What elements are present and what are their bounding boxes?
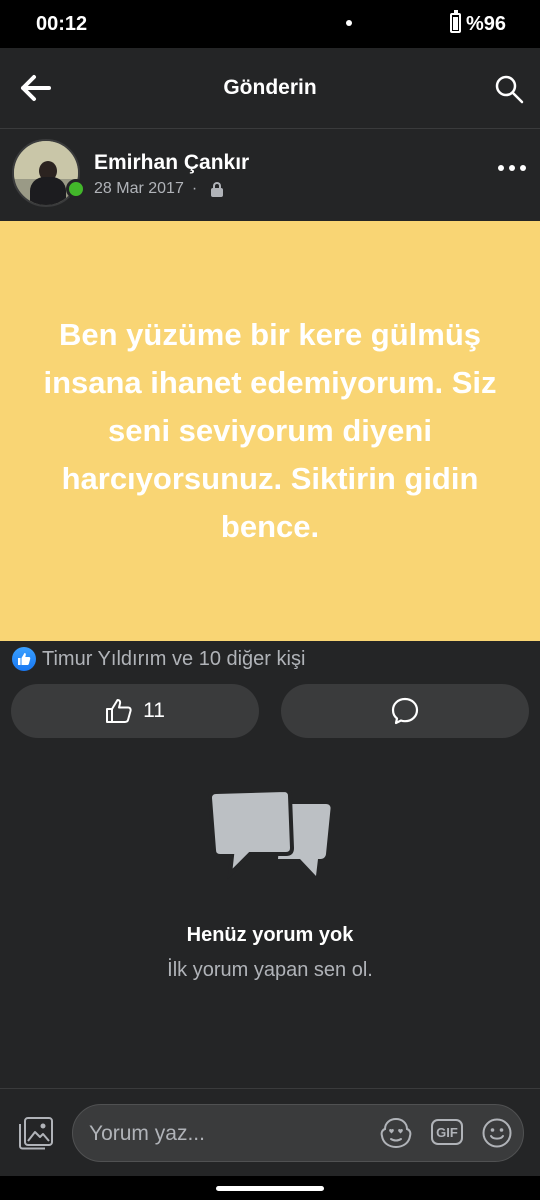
empty-title: Henüz yorum yok bbox=[186, 924, 354, 946]
comment-composer: GIF bbox=[0, 1088, 540, 1177]
comment-button[interactable] bbox=[281, 684, 529, 738]
like-count: 11 bbox=[143, 699, 165, 722]
comment-icon bbox=[391, 697, 419, 725]
thumbs-up-icon bbox=[106, 699, 132, 723]
post-text: Ben yüzüme bir kere gülmüş insana ihanet… bbox=[43, 317, 497, 544]
post-body: Ben yüzüme bir kere gülmüş insana ihanet… bbox=[0, 221, 540, 641]
emoji-icon[interactable] bbox=[481, 1117, 513, 1149]
battery-icon bbox=[450, 10, 461, 33]
system-nav-bar bbox=[0, 1176, 540, 1200]
sticker-icon[interactable] bbox=[379, 1117, 413, 1149]
empty-subtitle: İlk yorum yapan sen ol. bbox=[167, 959, 373, 981]
post-header: Emirhan Çankır 28 Mar 2017 · bbox=[0, 129, 540, 221]
status-bar: 00:12 %96 bbox=[0, 0, 540, 48]
comment-input[interactable] bbox=[87, 1105, 371, 1163]
post-date[interactable]: 28 Mar 2017 bbox=[94, 180, 184, 198]
comment-input-field[interactable]: GIF bbox=[72, 1104, 524, 1163]
online-status-icon bbox=[66, 179, 86, 199]
page-title: Gönderin bbox=[223, 76, 317, 99]
reactions-summary[interactable]: Timur Yıldırım ve 10 diğer kişi bbox=[12, 647, 305, 671]
home-handle[interactable] bbox=[216, 1186, 324, 1191]
notification-dot-icon bbox=[346, 20, 352, 26]
gif-button[interactable]: GIF bbox=[431, 1119, 463, 1145]
author-name[interactable]: Emirhan Çankır bbox=[94, 151, 249, 175]
lock-icon bbox=[211, 182, 224, 197]
battery-level: %96 bbox=[466, 13, 507, 35]
photo-icon[interactable] bbox=[18, 1116, 54, 1150]
post-meta: 28 Mar 2017 · bbox=[94, 180, 224, 198]
search-icon[interactable] bbox=[494, 74, 524, 104]
like-button[interactable]: 11 bbox=[11, 684, 259, 738]
app-bar: Gönderin bbox=[0, 48, 540, 129]
status-time: 00:12 bbox=[36, 13, 88, 35]
comments-empty-icon bbox=[207, 790, 331, 880]
more-options-icon[interactable] bbox=[498, 165, 526, 173]
meta-separator: · bbox=[191, 180, 198, 197]
reactions-text: Timur Yıldırım ve 10 diğer kişi bbox=[42, 647, 306, 670]
like-badge-icon bbox=[12, 647, 36, 671]
empty-comments: Henüz yorum yok İlk yorum yapan sen ol. bbox=[0, 790, 540, 982]
